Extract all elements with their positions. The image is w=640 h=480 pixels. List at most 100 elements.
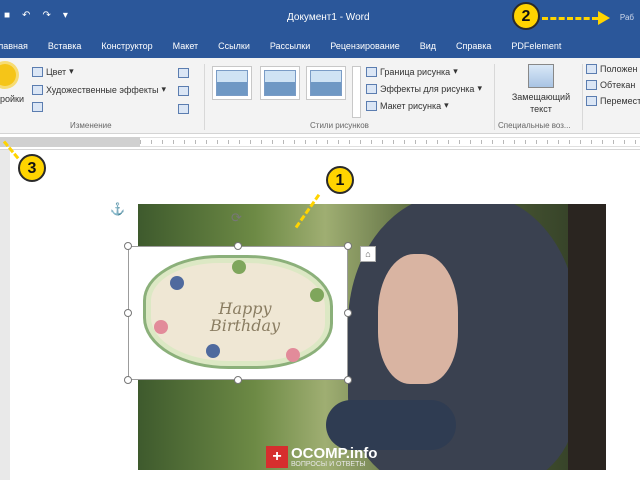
transparency-icon: [32, 102, 43, 112]
layout-options-icon[interactable]: ⌂: [360, 246, 376, 262]
chevron-down-icon: ▾: [161, 84, 166, 94]
compress-pictures-icon: [178, 68, 189, 78]
anchor-icon[interactable]: ⚓: [110, 202, 125, 216]
bring-forward-button[interactable]: Перемест: [586, 96, 640, 106]
picture-layout-button[interactable]: Макет рисунка ▾: [366, 100, 449, 111]
birthday-text: Happy Birthday: [190, 300, 300, 334]
resize-handle[interactable]: [124, 242, 132, 250]
resize-handle[interactable]: [124, 376, 132, 384]
tab-layout[interactable]: Макет: [163, 34, 208, 58]
picture-tools-context-label[interactable]: Раб: [620, 13, 634, 22]
ruler-ticks: [140, 140, 640, 144]
corrections-button[interactable]: ройки: [0, 94, 24, 104]
picture-style-preview: [264, 70, 296, 96]
change-picture-button[interactable]: [178, 86, 189, 96]
tab-references[interactable]: Ссылки: [208, 34, 260, 58]
resize-handle[interactable]: [234, 242, 242, 250]
flower-decoration: [206, 344, 220, 358]
alt-text-icon: [528, 64, 554, 88]
group-divider: [204, 64, 205, 130]
picture-style-preview: [216, 70, 248, 96]
picture-style-thumb[interactable]: [260, 66, 300, 100]
save-icon[interactable]: ■: [4, 10, 10, 21]
transparency-button[interactable]: [32, 102, 43, 112]
chevron-down-icon: ▾: [477, 83, 482, 93]
birthday-card: Happy Birthday: [143, 255, 333, 369]
redo-icon[interactable]: ↷: [42, 10, 50, 21]
watermark-text-block: OCOMP.info ВОПРОСЫ И ОТВЕТЫ: [291, 444, 378, 468]
resize-handle[interactable]: [124, 309, 132, 317]
flower-decoration: [170, 276, 184, 290]
tab-help[interactable]: Справка: [446, 34, 501, 58]
wrap-text-button[interactable]: Обтекан: [586, 80, 635, 90]
chevron-down-icon: ▾: [69, 66, 74, 76]
color-button[interactable]: Цвет ▾: [32, 66, 74, 77]
group-divider: [582, 64, 583, 130]
vertical-ruler: [0, 150, 10, 480]
reset-picture-button[interactable]: [178, 104, 189, 114]
wrap-text-label: Обтекан: [600, 80, 636, 90]
selected-birthday-image[interactable]: Happy Birthday: [128, 246, 348, 380]
tab-home[interactable]: лавная: [0, 34, 38, 58]
flower-decoration: [310, 288, 324, 302]
tab-review[interactable]: Рецензирование: [320, 34, 410, 58]
watermark-tagline: ВОПРОСЫ И ОТВЕТЫ: [291, 460, 366, 468]
picture-style-preview: [310, 70, 342, 96]
tab-insert[interactable]: Вставка: [38, 34, 91, 58]
birthday-text-line1: Happy: [218, 299, 272, 318]
resize-handle[interactable]: [234, 376, 242, 384]
corrections-label: ройки: [0, 94, 25, 104]
document-area[interactable]: ⚓ ⟳ Happy Birthday ⌂ + OCOMP.info ВОПРОС…: [0, 150, 640, 480]
reset-picture-icon: [178, 104, 189, 114]
wrap-text-icon: [586, 80, 597, 90]
alt-text-label-line2: текст: [530, 104, 552, 114]
artistic-effects-button[interactable]: Художественные эффекты ▾: [32, 84, 166, 95]
picture-border-icon: [366, 66, 377, 77]
callout-badge-3: 3: [18, 154, 46, 182]
picture-effects-label: Эффекты для рисунка: [380, 83, 475, 94]
quick-access-toolbar: ■ ↶ ↷ ▾: [4, 10, 68, 21]
horizontal-ruler[interactable]: [0, 134, 640, 150]
rotate-handle-icon[interactable]: ⟳: [231, 210, 242, 226]
tab-mailings[interactable]: Рассылки: [260, 34, 320, 58]
picture-layout-icon: [366, 100, 377, 111]
tab-pdfelement[interactable]: PDFelement: [501, 34, 571, 58]
picture-style-thumb[interactable]: [306, 66, 346, 100]
picture-effects-button[interactable]: Эффекты для рисунка ▾: [366, 83, 482, 94]
group-divider: [494, 64, 495, 130]
styles-gallery-scroll[interactable]: [352, 66, 361, 118]
accessibility-group-label: Специальные воз...: [498, 121, 571, 130]
callout-badge-1: 1: [326, 166, 354, 194]
change-picture-icon: [178, 86, 189, 96]
picture-border-button[interactable]: Граница рисунка ▾: [366, 66, 458, 77]
position-label: Положен: [600, 64, 638, 74]
ocomp-watermark: + OCOMP.info ВОПРОСЫ И ОТВЕТЫ: [266, 446, 377, 468]
artistic-effects-label: Художественные эффекты: [46, 84, 159, 95]
corrections-icon[interactable]: [0, 64, 16, 86]
document-title: Документ1 - Word: [287, 12, 370, 23]
adjust-group-label: Изменение: [70, 121, 112, 130]
resize-handle[interactable]: [344, 242, 352, 250]
tab-view[interactable]: Вид: [410, 34, 446, 58]
tab-design[interactable]: Конструктор: [91, 34, 162, 58]
compress-pictures-button[interactable]: [178, 68, 189, 78]
watermark-name: OCOMP.info: [291, 444, 378, 462]
picture-effects-icon: [366, 83, 377, 94]
chevron-down-icon: ▾: [453, 66, 458, 76]
alt-text-button[interactable]: Замещающий текст: [498, 64, 584, 115]
picture-border-label: Граница рисунка: [380, 66, 451, 77]
resize-handle[interactable]: [344, 376, 352, 384]
chevron-down-icon: ▾: [444, 100, 449, 110]
undo-icon[interactable]: ↶: [22, 10, 30, 21]
flower-decoration: [154, 320, 168, 334]
callout-arrowhead-2: [598, 11, 610, 25]
artistic-effects-icon: [32, 84, 43, 95]
callout-arrow-2: [542, 17, 598, 20]
resize-handle[interactable]: [344, 309, 352, 317]
ribbon-tabs: лавная Вставка Конструктор Макет Ссылки …: [0, 34, 640, 58]
picture-style-thumb[interactable]: [212, 66, 252, 100]
position-button[interactable]: Положен: [586, 64, 638, 74]
position-icon: [586, 64, 597, 74]
picture-layout-label: Макет рисунка: [380, 100, 442, 111]
qat-menu-icon[interactable]: ▾: [63, 10, 68, 21]
